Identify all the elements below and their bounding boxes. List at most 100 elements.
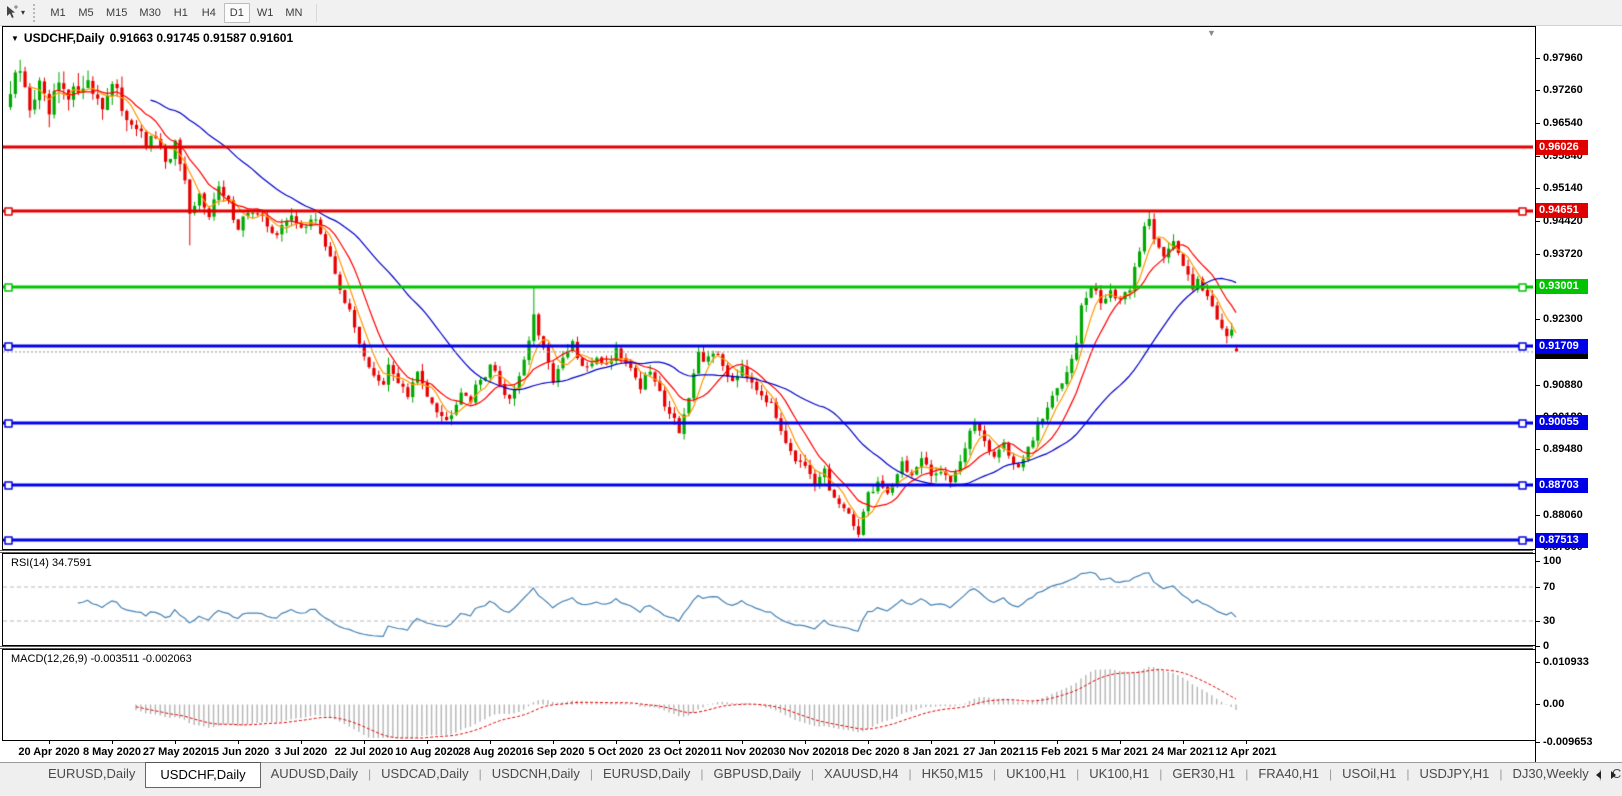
cursor-crosshair-icon [4,5,19,20]
axis-tickmark [1536,188,1540,189]
chart-tab-uk100-h1[interactable]: UK100,H1 [996,763,1076,785]
price-tick-label: 0.88060 [1543,509,1583,521]
date-tickmark [49,741,50,744]
chart-tab-eurusd-daily[interactable]: EURUSD,Daily [38,763,145,785]
date-label: 5 Oct 2020 [588,746,643,758]
axis-tickmark [1536,319,1540,320]
date-tickmark [1120,741,1121,744]
chart-tab-usdcnh-daily[interactable]: USDCNH,Daily [482,763,590,785]
macd-label: MACD(12,26,9) -0.003511 -0.002063 [11,653,192,665]
axis-tickmark [1536,515,1540,516]
date-label: 8 Jan 2021 [903,746,959,758]
date-label: 30 Nov 2020 [773,746,837,758]
date-label: 15 Feb 2021 [1026,746,1088,758]
date-tickmark [931,741,932,744]
axis-tickmark [1536,254,1540,255]
chart-tab-uk100-h1[interactable]: UK100,H1 [1079,763,1159,785]
hline-price-badge: 0.91709 [1536,339,1588,354]
chart-tab-hk50-m15[interactable]: HK50,M15 [912,763,993,785]
axis-tickmark [1536,587,1540,588]
date-tickmark [490,741,491,744]
date-label: 8 May 2020 [83,746,141,758]
date-label: 24 Mar 2021 [1152,746,1214,758]
price-axis[interactable]: 0.979600.972600.965400.958400.951400.944… [1535,26,1622,762]
axis-tickmark [1536,742,1540,743]
hline-price-badge: 0.94651 [1536,203,1588,218]
chart-tab-xauusd-h4[interactable]: XAUUSD,H4 [814,763,908,785]
chart-tab-usoil-h1[interactable]: USOil,H1 [1332,763,1406,785]
price-tick-label: 0.95140 [1543,182,1583,194]
axis-tickmark [1536,58,1540,59]
macd-indicator-pane: MACD(12,26,9) -0.003511 -0.002063 [2,649,1535,741]
tab-scroll-right-icon[interactable] [1611,771,1616,779]
date-label: 20 Apr 2020 [18,746,79,758]
hline-price-badge: 0.87513 [1536,533,1588,548]
timeframe-button-m15[interactable]: M15 [101,3,132,23]
hline-price-badge: 0.90055 [1536,415,1588,430]
date-label: 23 Oct 2020 [648,746,709,758]
rsi-tick-label: 70 [1543,581,1555,593]
timeframe-button-m30[interactable]: M30 [134,3,165,23]
chart-tab-usdchf-daily[interactable]: USDCHF,Daily [145,762,260,788]
price-tick-label: 0.96540 [1543,117,1583,129]
toolbar-separator [316,4,317,22]
price-tick-label: 0.93720 [1543,248,1583,260]
date-label: 12 Apr 2021 [1215,746,1276,758]
collapse-indicator-icon[interactable]: ▼ [11,34,19,43]
price-tick-label: 0.97960 [1543,52,1583,64]
date-label: 16 Sep 2020 [522,746,585,758]
date-tickmark [679,741,680,744]
macd-tick-label: 0.00 [1543,698,1564,710]
date-tickmark [742,741,743,744]
axis-tickmark [1536,156,1540,157]
date-tickmark [175,741,176,744]
date-label: 3 Jul 2020 [275,746,328,758]
time-axis[interactable]: 20 Apr 20208 May 202027 May 202015 Jun 2… [0,741,1535,762]
chart-tabs: EURUSD,DailyUSDCHF,DailyAUDUSD,Daily|USD… [0,763,1622,787]
timeframe-button-w1[interactable]: W1 [252,3,279,23]
rsi-tick-label: 100 [1543,555,1561,567]
timeframe-button-group: M1M5M15M30H1H4D1W1MN [44,3,308,23]
chart-tab-usdjpy-h1[interactable]: USDJPY,H1 [1409,763,1499,785]
price-tick-label: 0.97260 [1543,84,1583,96]
date-tickmark [868,741,869,744]
date-label: 10 Aug 2020 [395,746,459,758]
chart-tab-fra40-h1[interactable]: FRA40,H1 [1248,763,1329,785]
hline-price-badge: 0.88703 [1536,478,1588,493]
timeframe-button-h1[interactable]: H1 [168,3,194,23]
main-chart-canvas[interactable] [3,27,1533,549]
macd-canvas[interactable] [3,650,1533,740]
chart-tab-dj30-weekly[interactable]: DJ30,Weekly [1502,763,1598,785]
timeframe-button-m5[interactable]: M5 [73,3,99,23]
chart-tab-usdcad-daily[interactable]: USDCAD,Daily [371,763,478,785]
timeframe-button-d1[interactable]: D1 [224,3,250,23]
rsi-indicator-pane: RSI(14) 34.7591 [2,553,1535,646]
timeframe-button-h4[interactable]: H4 [196,3,222,23]
axis-tickmark [1536,221,1540,222]
chart-tab-eurusd-daily[interactable]: EURUSD,Daily [593,763,700,785]
timeframe-button-mn[interactable]: MN [280,3,307,23]
axis-tickmark [1536,449,1540,450]
axis-tickmark [1536,704,1540,705]
price-tick-label: 0.92300 [1543,313,1583,325]
tab-scroll-left-icon[interactable] [1596,771,1601,779]
date-tickmark [616,741,617,744]
date-tickmark [427,741,428,744]
axis-tickmark [1536,646,1540,647]
date-label: 5 Mar 2021 [1092,746,1148,758]
toolbar-grip[interactable] [33,4,38,22]
timeframe-button-m1[interactable]: M1 [45,3,71,23]
symbol-period-label: USDCHF,Daily [24,31,105,45]
chart-tab-ger30-h1[interactable]: GER30,H1 [1162,763,1245,785]
macd-tick-label: -0.009653 [1543,736,1593,748]
date-label: 15 Jun 2020 [207,746,269,758]
chart-tab-gbpusd-daily[interactable]: GBPUSD,Daily [703,763,810,785]
chevron-down-icon: ▾ [21,8,25,17]
rsi-canvas[interactable] [3,554,1533,645]
date-tickmark [364,741,365,744]
chart-tab-audusd-daily[interactable]: AUDUSD,Daily [261,763,368,785]
chart-shift-marker-icon[interactable]: ▼ [1207,28,1216,38]
date-tickmark [805,741,806,744]
cursor-tool-button[interactable]: ▾ [0,2,29,24]
date-label: 11 Nov 2020 [711,746,774,758]
